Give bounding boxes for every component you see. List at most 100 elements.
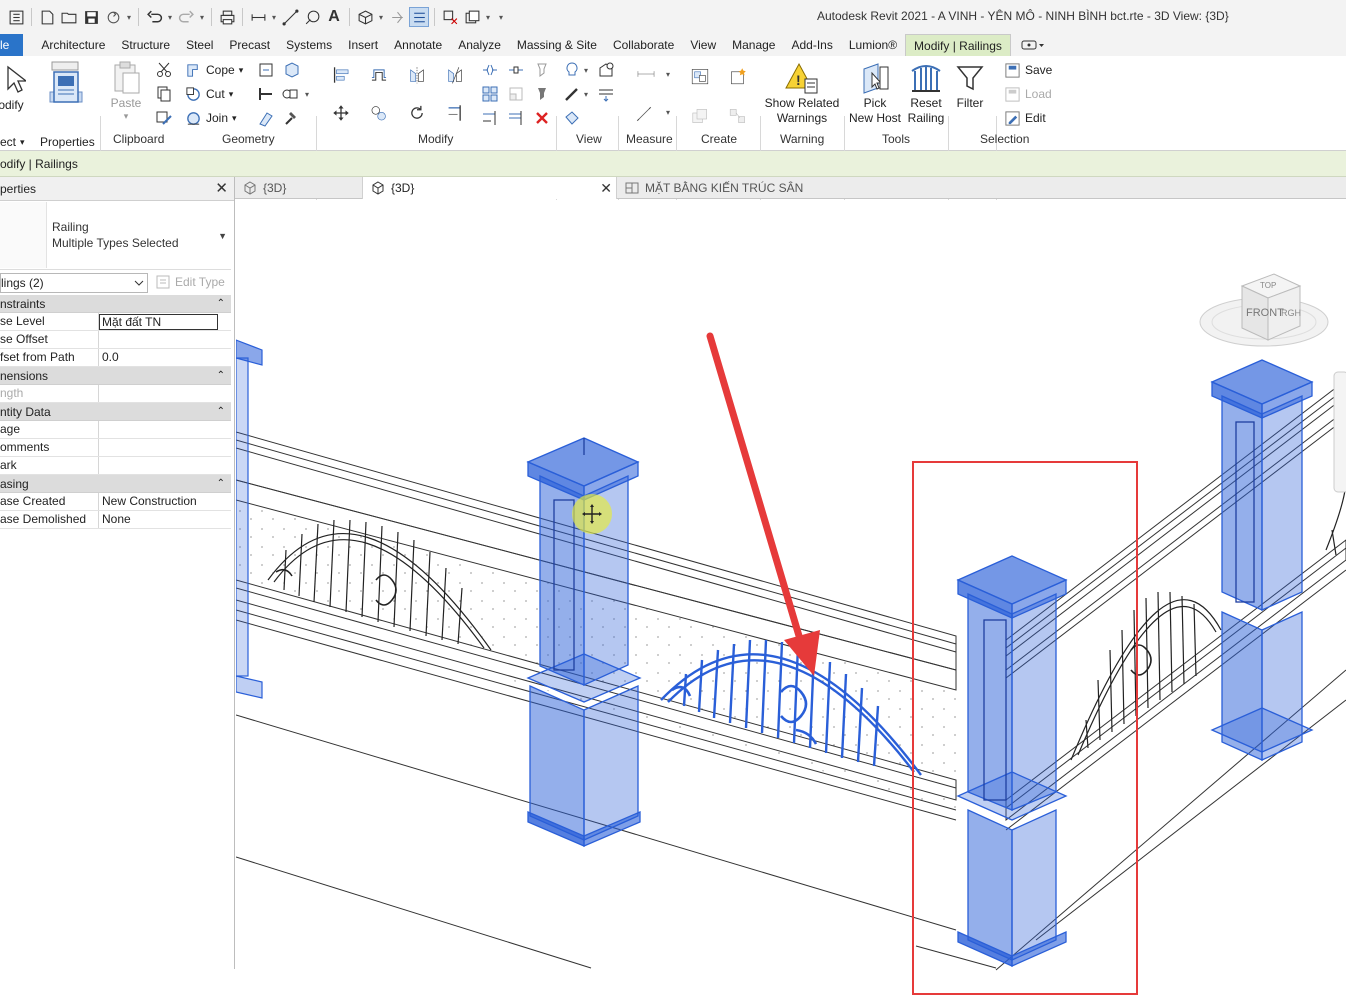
prop-row-phase-created[interactable]: ase Created New Construction	[0, 493, 231, 511]
hammer-icon[interactable]	[282, 108, 302, 128]
collapse-icon[interactable]: ⌃	[217, 367, 231, 384]
split-face-icon[interactable]	[280, 84, 300, 104]
new-file-icon[interactable]	[37, 7, 57, 27]
undo-icon[interactable]	[144, 7, 164, 27]
prop-row-comments[interactable]: omments	[0, 439, 231, 457]
tab-annotate[interactable]: Annotate	[386, 34, 450, 56]
prop-row-base-offset[interactable]: se Offset	[0, 331, 231, 349]
tab-insert[interactable]: Insert	[340, 34, 386, 56]
group-header-identity-data[interactable]: ntity Data ⌃	[0, 403, 231, 421]
tab-manage[interactable]: Manage	[724, 34, 783, 56]
measure-icon[interactable]	[248, 7, 268, 27]
linework-icon[interactable]	[562, 84, 582, 104]
trim-single-icon[interactable]	[480, 108, 500, 128]
mirror-axis-icon[interactable]	[402, 60, 432, 90]
view-tab-3d-1[interactable]: {3D}	[235, 177, 363, 199]
tab-structure[interactable]: Structure	[113, 34, 178, 56]
prop-row-phase-demolished[interactable]: ase Demolished None	[0, 511, 231, 529]
tab-lumion[interactable]: Lumion®	[841, 34, 905, 56]
paint-icon[interactable]	[282, 60, 302, 80]
redo-icon[interactable]	[176, 7, 196, 27]
save-selection-button[interactable]: Save	[1004, 60, 1052, 80]
group-header-phasing[interactable]: asing ⌃	[0, 475, 231, 493]
edit-selection-button[interactable]: Edit	[1004, 108, 1046, 128]
tab-massing-site[interactable]: Massing & Site	[509, 34, 605, 56]
modify-button[interactable]: odify	[0, 62, 30, 113]
close-icon[interactable]: ✕	[215, 177, 228, 201]
properties-label[interactable]: Properties	[40, 132, 95, 152]
thin-lines-icon[interactable]	[409, 7, 429, 27]
paste-button[interactable]: Paste ▾	[106, 60, 146, 124]
tab-analyze[interactable]: Analyze	[450, 34, 509, 56]
group-header-constraints[interactable]: nstraints ⌃	[0, 295, 231, 313]
navigation-bar[interactable]	[1333, 371, 1346, 493]
array-icon[interactable]	[480, 84, 500, 104]
tab-modify-railings[interactable]: Modify | Railings	[905, 34, 1011, 56]
section-icon[interactable]	[387, 7, 407, 27]
rotate-icon[interactable]	[402, 98, 432, 128]
split-gap-icon[interactable]	[506, 60, 526, 80]
tab-view[interactable]: View	[682, 34, 724, 56]
trim-extend-icon[interactable]	[440, 98, 470, 128]
close-tab-icon[interactable]: ✕	[600, 177, 612, 199]
sync-icon[interactable]	[103, 7, 123, 27]
split-icon[interactable]	[480, 60, 500, 80]
view-tab-3d-active[interactable]: {3D} ✕	[363, 177, 617, 199]
trim-multiple-icon[interactable]	[506, 108, 526, 128]
create-parts-icon[interactable]	[722, 60, 754, 92]
reset-railing-button[interactable]: Reset Railing	[904, 60, 948, 126]
cut-geometry-button[interactable]: Cut ▾	[185, 84, 233, 104]
create-similar-icon[interactable]	[722, 100, 754, 132]
revit-menu-icon[interactable]	[6, 7, 26, 27]
hide-view-icon[interactable]	[596, 60, 616, 80]
load-selection-button[interactable]: Load	[1004, 84, 1052, 104]
aligned-measure-icon[interactable]	[626, 96, 662, 132]
tab-precast[interactable]: Precast	[221, 34, 278, 56]
tab-steel[interactable]: Steel	[178, 34, 221, 56]
switch-windows-icon[interactable]	[462, 7, 482, 27]
override-graphics-icon[interactable]	[562, 60, 582, 80]
print-icon[interactable]	[217, 7, 237, 27]
wall-joins-icon[interactable]	[256, 84, 276, 104]
prop-row-offset-from-path[interactable]: fset from Path 0.0	[0, 349, 231, 367]
prop-row-image[interactable]: age	[0, 421, 231, 439]
edit-type-button[interactable]: Edit Type	[155, 274, 225, 290]
aligned-dimension-icon[interactable]	[280, 7, 300, 27]
tab-architecture[interactable]: Architecture	[33, 34, 113, 56]
create-assembly-icon[interactable]	[684, 60, 716, 92]
copy-element-icon[interactable]	[364, 98, 394, 128]
default-3d-view-icon[interactable]	[355, 7, 375, 27]
close-hidden-windows-icon[interactable]	[440, 7, 460, 27]
collapse-icon[interactable]: ⌃	[217, 475, 231, 492]
cut-paste-icon[interactable]	[256, 60, 276, 80]
pin-icon[interactable]	[532, 84, 552, 104]
cut-scissors-icon[interactable]	[154, 60, 174, 80]
move-icon[interactable]	[326, 98, 356, 128]
tab-collaborate[interactable]: Collaborate	[605, 34, 682, 56]
create-group-icon[interactable]	[684, 100, 716, 132]
copy-icon[interactable]	[154, 84, 174, 104]
prop-row-mark[interactable]: ark	[0, 457, 231, 475]
offset-icon[interactable]	[364, 60, 394, 90]
unpin-icon[interactable]	[532, 60, 552, 80]
tab-systems[interactable]: Systems	[278, 34, 340, 56]
panel-toggle-icon[interactable]	[1011, 34, 1055, 56]
join-button[interactable]: Join ▾	[185, 108, 237, 128]
instance-filter-dropdown[interactable]: lings (2)	[0, 273, 148, 293]
tag-icon[interactable]	[302, 7, 322, 27]
view-tab-site-plan[interactable]: MẶT BẰNG KIẾN TRÚC SÂN	[617, 177, 811, 199]
pick-new-host-button[interactable]: Pick New Host	[846, 60, 904, 126]
viewcube[interactable]: TOP FRONT RGH	[1199, 273, 1329, 347]
text-icon[interactable]: A	[324, 7, 344, 27]
show-related-warnings-button[interactable]: ! Show Related Warnings	[762, 60, 842, 126]
element-overrides-icon[interactable]	[596, 84, 616, 104]
select-dropdown[interactable]: ect ▾	[0, 132, 25, 152]
tab-add-ins[interactable]: Add-Ins	[783, 34, 840, 56]
chevron-down-icon[interactable]: ▼	[218, 231, 227, 241]
save-icon[interactable]	[81, 7, 101, 27]
collapse-icon[interactable]: ⌃	[217, 403, 231, 420]
filter-button[interactable]: Filter	[950, 60, 990, 111]
scale-icon[interactable]	[506, 84, 526, 104]
align-icon[interactable]	[326, 60, 356, 90]
prop-row-base-level[interactable]: se Level Mặt đất TN	[0, 313, 231, 331]
